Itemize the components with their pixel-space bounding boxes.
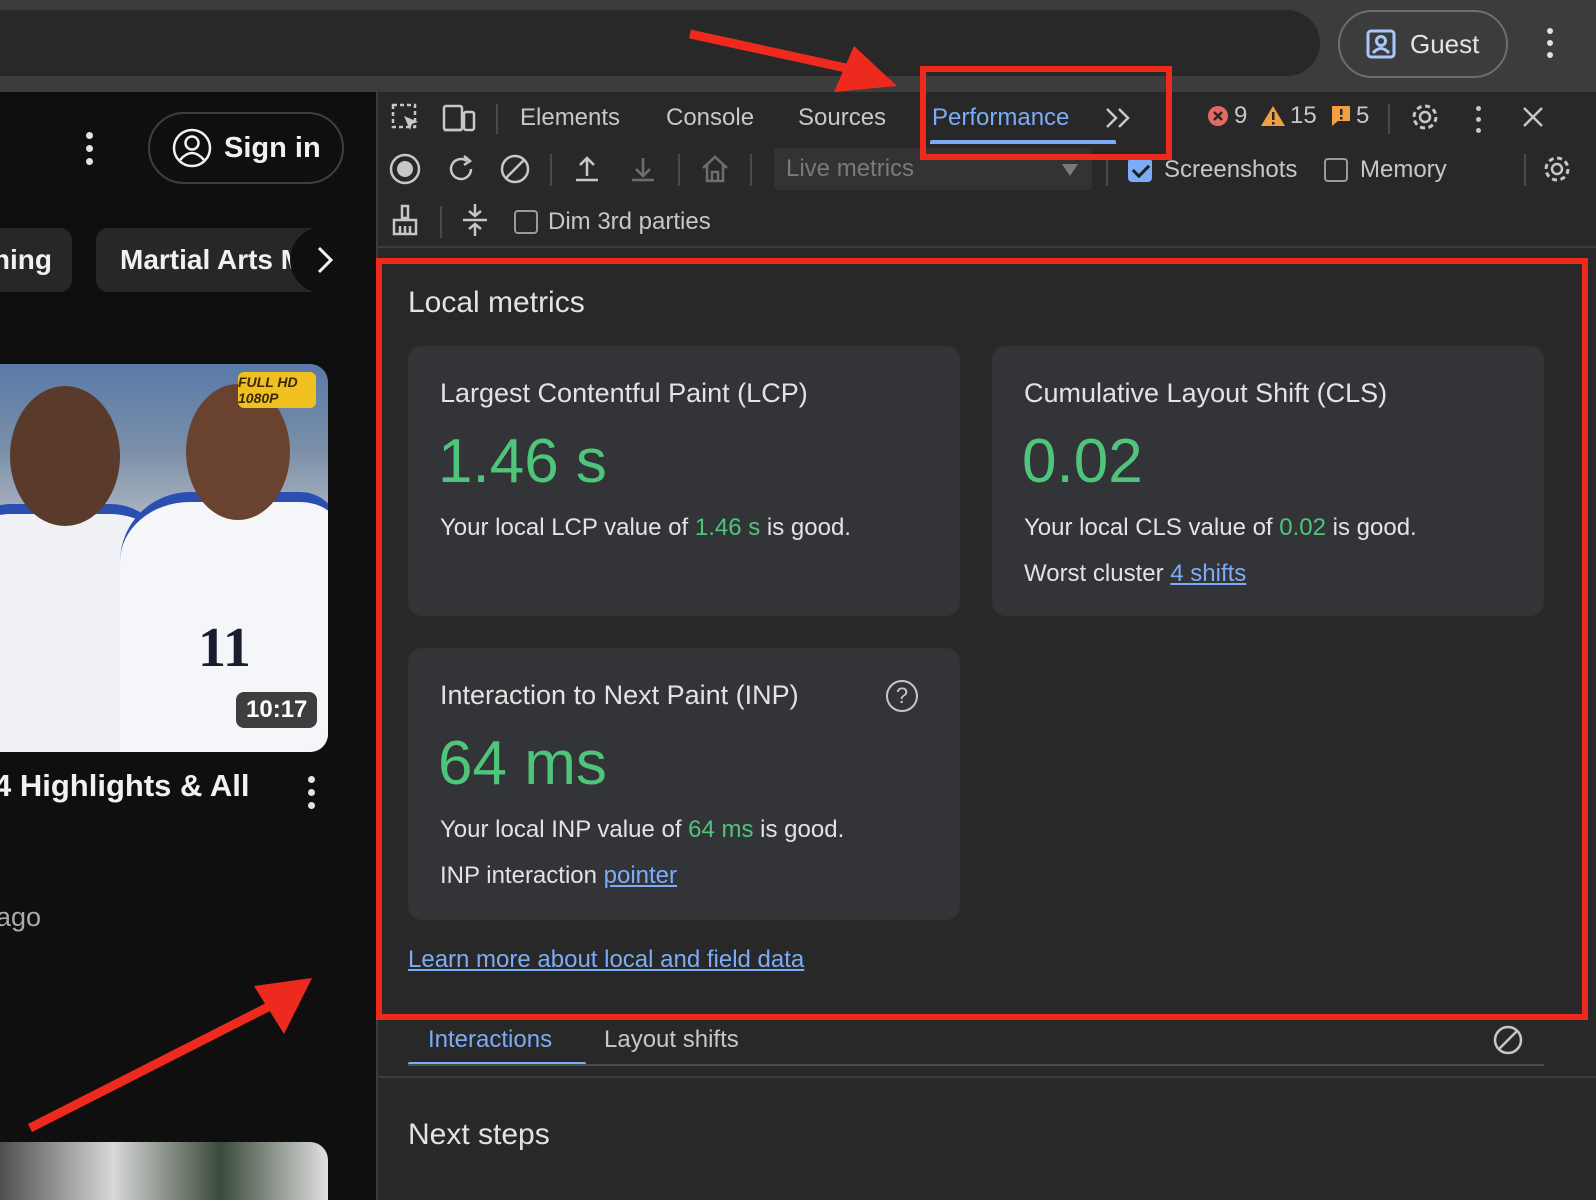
arrow-to-metrics-panel xyxy=(27,978,312,1133)
annotation-arrows xyxy=(27,29,897,1133)
arrow-to-performance-tab xyxy=(689,29,897,92)
